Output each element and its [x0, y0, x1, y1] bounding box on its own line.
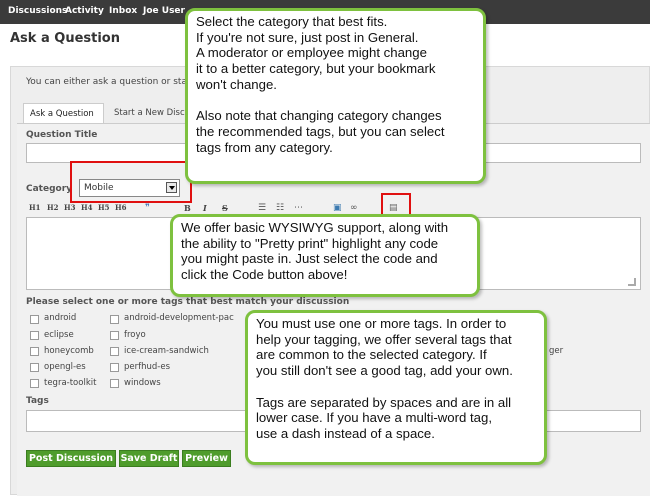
toolbar-h5[interactable]: H5 — [98, 203, 109, 212]
question-title-label: Question Title — [26, 130, 98, 140]
tag-checkbox-perfhud-es[interactable] — [110, 363, 119, 372]
tags-help-callout: You must use one or more tags. In order … — [245, 310, 547, 465]
intro-text: You can either ask a question or start — [26, 77, 195, 87]
image-icon[interactable]: ▣ — [333, 203, 342, 213]
tag-label-ice-cream-sandwich: ice-cream-sandwich — [124, 346, 209, 356]
tag-checkbox-tegra-toolkit[interactable] — [30, 379, 39, 388]
category-highlight-box — [70, 161, 192, 203]
tag-label-perfhud-es: perfhud-es — [124, 362, 171, 372]
link-icon[interactable]: ∞ — [350, 203, 358, 213]
nav-inbox[interactable]: Inbox — [109, 6, 137, 16]
tag-checkbox-android[interactable] — [30, 315, 39, 324]
tags-prompt-label: Please select one or more tags that best… — [26, 297, 350, 307]
tag-checkbox-eclipse[interactable] — [30, 331, 39, 340]
tag-checkbox-opengl-es[interactable] — [30, 363, 39, 372]
preview-button[interactable]: Preview — [182, 450, 231, 467]
wysiwyg-help-callout: We offer basic WYSIWYG support, along wi… — [170, 214, 480, 297]
page-title: Ask a Question — [10, 31, 120, 46]
tag-checkbox-ice-cream-sandwich[interactable] — [110, 347, 119, 356]
tag-checkbox-honeycomb[interactable] — [30, 347, 39, 356]
tag-checkbox-froyo[interactable] — [110, 331, 119, 340]
nav-user[interactable]: Joe User — [143, 6, 185, 16]
quote-icon[interactable]: ❞ — [145, 203, 150, 213]
post-discussion-button[interactable]: Post Discussion — [26, 450, 116, 467]
nav-discussions[interactable]: Discussions — [8, 6, 67, 16]
tag-label-windows: windows — [124, 378, 161, 388]
save-draft-button[interactable]: Save Draft — [119, 450, 179, 467]
tab-start-discussion[interactable]: Start a New Discus — [108, 103, 188, 123]
toolbar-italic[interactable]: I — [203, 203, 207, 213]
numbered-list-icon[interactable]: ☷ — [276, 203, 284, 213]
bullet-list-icon[interactable]: ☰ — [258, 203, 266, 213]
toolbar-h1[interactable]: H1 — [29, 203, 40, 212]
tag-label-tegra-toolkit: tegra-toolkit — [44, 378, 97, 388]
resize-handle-icon[interactable] — [628, 278, 636, 286]
tag-label-android-development-pack: android-development-pac — [124, 313, 234, 323]
horizontal-rule-icon[interactable]: ⋯ — [294, 203, 303, 213]
category-help-callout: Select the category that best fits. If y… — [185, 8, 486, 184]
tag-label-opengl-es: opengl-es — [44, 362, 86, 372]
toolbar-h3[interactable]: H3 — [64, 203, 75, 212]
tag-label-partial: ger — [549, 346, 564, 356]
tag-label-eclipse: eclipse — [44, 330, 74, 340]
tags-label: Tags — [26, 396, 49, 406]
toolbar-bold[interactable]: B — [184, 203, 191, 213]
category-label: Category — [26, 184, 73, 194]
tag-label-honeycomb: honeycomb — [44, 346, 94, 356]
toolbar-strike[interactable]: S — [222, 203, 228, 213]
tag-label-froyo: froyo — [124, 330, 146, 340]
toolbar-h2[interactable]: H2 — [47, 203, 58, 212]
toolbar-h6[interactable]: H6 — [115, 203, 126, 212]
toolbar-h4[interactable]: H4 — [81, 203, 92, 212]
nav-activity[interactable]: Activity — [65, 6, 104, 16]
tag-checkbox-windows[interactable] — [110, 379, 119, 388]
tag-label-android: android — [44, 313, 77, 323]
tag-checkbox-android-development-pack[interactable] — [110, 315, 119, 324]
tab-ask-question[interactable]: Ask a Question — [23, 103, 104, 123]
